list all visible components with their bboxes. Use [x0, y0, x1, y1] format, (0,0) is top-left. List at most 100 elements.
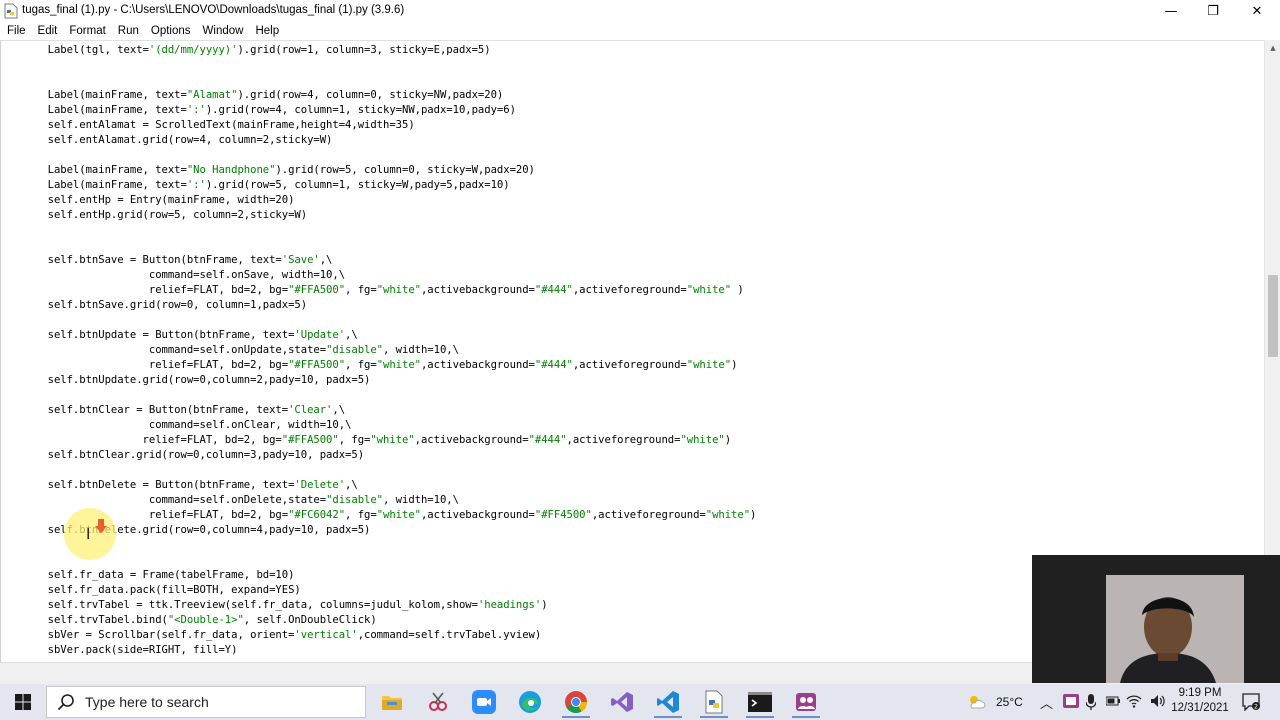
- code-line[interactable]: [1, 58, 756, 73]
- code-line[interactable]: sbVer.pack(side=RIGHT, fill=Y): [0, 643, 756, 658]
- code-line[interactable]: self.entHp.grid(row=5, column=2,sticky=W…: [1, 208, 756, 223]
- zoom-icon[interactable]: [462, 686, 506, 718]
- code-line[interactable]: [1, 73, 756, 88]
- code-line[interactable]: [1, 238, 756, 253]
- svg-text:2: 2: [1254, 704, 1258, 711]
- string-literal: "#FFA500": [288, 284, 346, 296]
- notification-icon[interactable]: 2: [1242, 693, 1260, 711]
- code-line[interactable]: self.entAlamat.grid(row=4, column=2,stic…: [1, 133, 756, 148]
- code-line[interactable]: sbVer = Scrollbar(self.fr_data, orient='…: [1, 628, 756, 643]
- code-line[interactable]: command=self.onDelete,state="disable", w…: [1, 493, 756, 508]
- start-button[interactable]: [0, 684, 46, 720]
- code-line[interactable]: relief=FLAT, bd=2, bg="#FC6042", fg="whi…: [1, 508, 757, 523]
- menu-help[interactable]: Help: [248, 22, 284, 40]
- close-button[interactable]: ✕: [1234, 0, 1280, 22]
- code-token: relief=FLAT, bd=2, bg=: [0, 434, 282, 446]
- code-line[interactable]: self.fr_data = Frame(tabelFrame, bd=10): [1, 568, 756, 583]
- code-line[interactable]: [1, 553, 756, 568]
- string-literal: "#FFA500": [288, 359, 346, 371]
- code-line[interactable]: relief=FLAT, bd=2, bg="#FFA500", fg="whi…: [0, 433, 756, 448]
- menu-edit[interactable]: Edit: [31, 22, 63, 40]
- code-line[interactable]: self.btnClear = Button(btnFrame, text='C…: [1, 403, 756, 418]
- teams-icon[interactable]: [784, 686, 828, 718]
- scroll-up-icon[interactable]: ▲: [1265, 40, 1280, 56]
- idle-python-icon[interactable]: [692, 686, 736, 718]
- file-explorer-icon[interactable]: [370, 686, 414, 718]
- minimize-button[interactable]: —: [1148, 0, 1194, 22]
- menu-file[interactable]: File: [0, 22, 31, 40]
- code-line[interactable]: [1, 223, 756, 238]
- code-line[interactable]: self.trvTabel = ttk.Treeview(self.fr_dat…: [1, 598, 756, 613]
- code-line[interactable]: self.fr_data.pack(fill=BOTH, expand=YES): [1, 583, 756, 598]
- string-literal: "#444": [534, 284, 573, 296]
- menu-run[interactable]: Run: [111, 22, 144, 40]
- code-token: , width=10,\: [383, 494, 459, 506]
- clock[interactable]: 9:19 PM 12/31/2021: [1168, 686, 1232, 716]
- code-line[interactable]: Label(tgl, text='(dd/mm/yyyy)').grid(row…: [1, 43, 756, 58]
- weather-icon[interactable]: [966, 692, 986, 712]
- code-token: ,activeforeground=: [566, 434, 681, 446]
- vscode-icon[interactable]: [646, 686, 690, 718]
- code-token: , fg=: [345, 359, 377, 371]
- code-token: Label(mainFrame, text=: [0, 104, 187, 116]
- code-line[interactable]: self.btnClear.grid(row=0,column=3,pady=1…: [0, 448, 756, 463]
- code-token: relief=FLAT, bd=2, bg=: [0, 359, 289, 371]
- string-literal: "white": [680, 434, 725, 446]
- code-line[interactable]: command=self.onUpdate,state="disable", w…: [1, 343, 756, 358]
- code-line[interactable]: [1, 313, 756, 328]
- string-literal: '(dd/mm/yyyy)': [148, 44, 238, 56]
- code-token: self.btnClear.grid(row=0,column=3,pady=1…: [0, 449, 365, 461]
- code-line[interactable]: Label(mainFrame, text=':').grid(row=5, c…: [1, 178, 756, 193]
- code-line[interactable]: self.entAlamat = ScrolledText(mainFrame,…: [1, 118, 756, 133]
- window-title: tugas_final (1).py - C:\Users\LENOVO\Dow…: [22, 4, 405, 16]
- wifi-icon[interactable]: [1126, 694, 1142, 708]
- code-line[interactable]: [1, 148, 756, 163]
- code-token: ).grid(row=5, column=0, sticky=W,padx=20…: [275, 164, 535, 176]
- app-tray-icon[interactable]: [1063, 694, 1079, 708]
- code-token: ,activeforeground=: [572, 284, 687, 296]
- weather-temp[interactable]: 25°C: [996, 695, 1023, 709]
- code-token: ,\: [345, 479, 358, 491]
- code-line[interactable]: self.btnDelete = Button(btnFrame, text='…: [1, 478, 756, 493]
- cursor-indicator-icon: [95, 519, 107, 533]
- code-token: ): [750, 509, 757, 521]
- maximize-button[interactable]: ❐: [1190, 0, 1236, 22]
- code-line[interactable]: self.btnSave.grid(row=0, column=1,padx=5…: [1, 298, 756, 313]
- visual-studio-icon[interactable]: [600, 686, 644, 718]
- taskbar-search[interactable]: Type here to search: [46, 686, 366, 718]
- code-token: ,activeforeground=: [591, 509, 706, 521]
- code-line[interactable]: self.entHp = Entry(mainFrame, width=20): [1, 193, 756, 208]
- code-line[interactable]: [1, 463, 756, 478]
- code-token: ,\: [345, 329, 358, 341]
- chrome-icon[interactable]: [554, 686, 598, 718]
- code-line[interactable]: self.btnUpdate.grid(row=0,column=2,pady=…: [1, 373, 756, 388]
- code-line[interactable]: self.btnSave = Button(btnFrame, text='Sa…: [0, 253, 756, 268]
- menu-format[interactable]: Format: [62, 22, 110, 40]
- code-line[interactable]: relief=FLAT, bd=2, bg="#FFA500", fg="whi…: [1, 283, 756, 298]
- code-line[interactable]: Label(mainFrame, text="Alamat").grid(row…: [0, 88, 756, 103]
- menu-options[interactable]: Options: [144, 22, 196, 40]
- code-text[interactable]: Label(tgl, text='(dd/mm/yyyy)').grid(row…: [0, 43, 757, 658]
- menu-window[interactable]: Window: [196, 22, 249, 40]
- code-line[interactable]: relief=FLAT, bd=2, bg="#FFA500", fg="whi…: [0, 358, 756, 373]
- scrollbar-thumb[interactable]: [1268, 275, 1278, 357]
- code-token: Label(mainFrame, text=: [0, 89, 187, 101]
- microphone-icon[interactable]: [1086, 694, 1096, 710]
- chevron-up-icon[interactable]: ︿: [1040, 693, 1053, 712]
- code-line[interactable]: command=self.onSave, width=10,\: [1, 268, 756, 283]
- code-line[interactable]: [1, 388, 756, 403]
- code-token: ).grid(row=1, column=3, sticky=E,padx=5): [237, 44, 491, 56]
- snipping-tool-icon[interactable]: [416, 686, 460, 718]
- code-token: sbVer.pack(side=RIGHT, fill=Y): [0, 644, 238, 656]
- code-line[interactable]: self.btnUpdate = Button(btnFrame, text='…: [1, 328, 756, 343]
- battery-icon[interactable]: [1106, 695, 1120, 707]
- string-literal: "disable": [326, 494, 384, 506]
- code-line[interactable]: self.trvTabel.bind("<Double-1>", self.On…: [1, 613, 756, 628]
- code-line[interactable]: Label(mainFrame, text=':').grid(row=4, c…: [0, 103, 756, 118]
- terminal-icon[interactable]: [738, 686, 782, 718]
- code-line[interactable]: command=self.onClear, width=10,\: [1, 418, 756, 433]
- code-line[interactable]: Label(mainFrame, text="No Handphone").gr…: [1, 163, 756, 178]
- volume-icon[interactable]: [1150, 694, 1166, 708]
- code-token: self.btnSave = Button(btnFrame, text=: [0, 254, 282, 266]
- edge-icon[interactable]: [508, 686, 552, 718]
